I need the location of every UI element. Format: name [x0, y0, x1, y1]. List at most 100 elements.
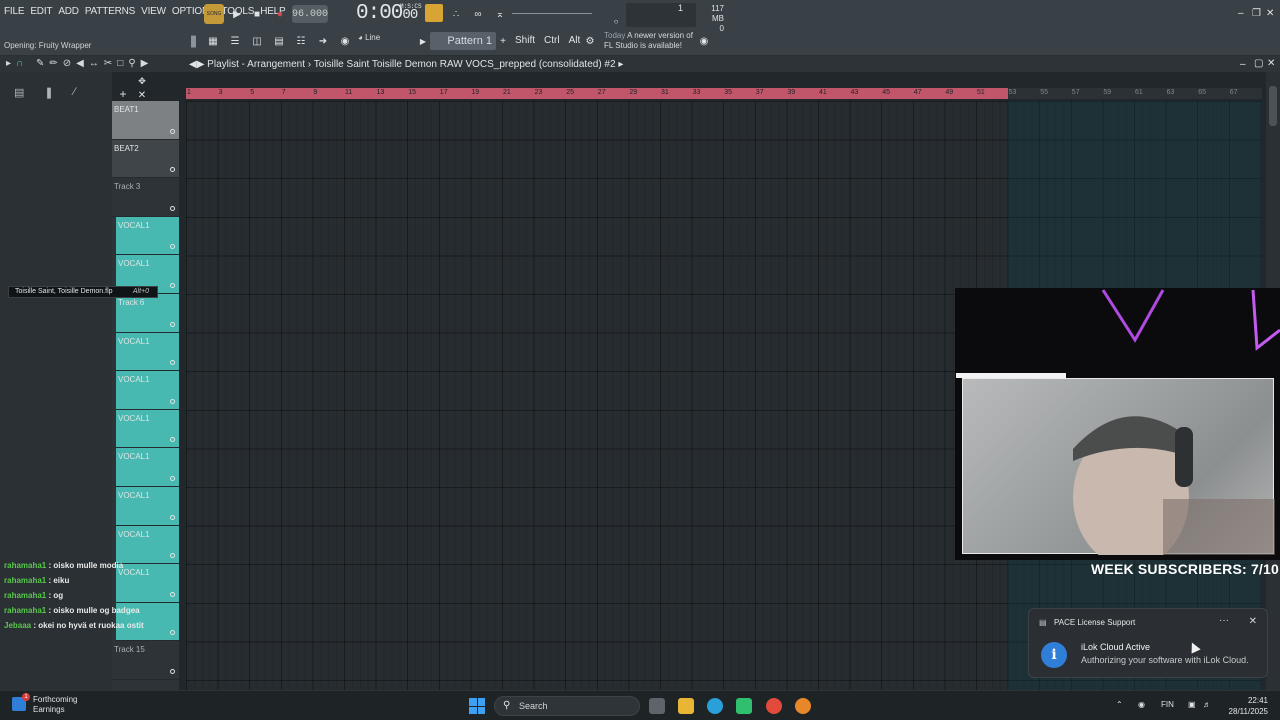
track-mute-indicator[interactable] — [170, 244, 175, 250]
menu-patterns[interactable]: PATTERNS — [85, 6, 135, 17]
track-mute-indicator[interactable] — [170, 128, 175, 134]
track-mute-indicator[interactable] — [170, 167, 175, 173]
tempo-display[interactable]: 96.000 — [292, 5, 328, 23]
channel-rack-icon[interactable]: ▦ — [204, 32, 222, 50]
chrome-icon[interactable] — [766, 698, 782, 714]
mixer-icon[interactable]: ☷ — [292, 32, 310, 50]
volume-tray-icon[interactable]: ♬ — [1203, 700, 1211, 709]
toast-close-icon[interactable]: ✕ — [1249, 616, 1257, 627]
track-mute-indicator[interactable] — [170, 321, 175, 327]
microphone-icon[interactable]: ◉ — [336, 32, 354, 50]
track-mute-indicator[interactable] — [170, 630, 175, 636]
draw-icon[interactable]: ✎ — [36, 58, 44, 69]
news-widget[interactable]: 1 Forthcoming Earnings — [12, 693, 77, 715]
paint-icon[interactable]: ✏ — [49, 58, 57, 69]
close-icon[interactable]: ✕ — [1266, 8, 1274, 19]
track-header[interactable]: VOCAL1 — [116, 409, 179, 449]
pattern-selector[interactable]: Pattern 1 — [430, 32, 496, 50]
playlist-close-icon[interactable]: ✕ — [1267, 58, 1275, 69]
magnet-icon[interactable]: ∩ — [16, 58, 23, 69]
tray-chevron-icon[interactable]: ⌃ — [1116, 700, 1123, 709]
picker-auto-icon[interactable]: ∕ — [74, 86, 76, 99]
time-display[interactable]: 0:0000 M:S:CS — [356, 2, 422, 25]
snap-line-select[interactable]: ◕ Line — [358, 33, 380, 42]
news-panel[interactable]: Today A newer version of FL Studio is av… — [604, 31, 693, 51]
playback-icon[interactable]: ▶ — [141, 58, 149, 69]
track-mute-indicator[interactable] — [170, 282, 175, 288]
record-icon[interactable]: ● — [271, 5, 289, 23]
globe-icon[interactable]: ◉ — [695, 32, 713, 50]
news-icon[interactable]: ⚙ — [581, 32, 599, 50]
track-header[interactable]: VOCAL1 — [116, 332, 179, 372]
file-explorer-icon[interactable] — [678, 698, 694, 714]
shift-key[interactable]: Shift — [515, 35, 535, 46]
stop-icon[interactable]: ■ — [248, 5, 266, 23]
wait-input-icon[interactable]: ⌅ — [491, 5, 509, 23]
store-icon[interactable] — [736, 698, 752, 714]
track-mute-indicator[interactable] — [170, 475, 175, 481]
taskbar-search[interactable]: ⚲ Search — [494, 696, 640, 716]
arrow-right-icon[interactable]: ➜ — [314, 32, 332, 50]
minimize-icon[interactable]: – — [1238, 8, 1244, 19]
dropdown-arrow-icon[interactable]: ▸ — [618, 59, 623, 70]
playlist-icon[interactable]: ☰ — [226, 32, 244, 50]
metronome-icon[interactable]: ∴ — [447, 5, 465, 23]
menu-edit[interactable]: EDIT — [30, 6, 52, 17]
master-pitch-slider[interactable] — [512, 13, 592, 14]
taskbar-clock[interactable]: 22:41 28/11/2025 — [1226, 695, 1268, 717]
mute-icon[interactable]: ◀ — [76, 58, 84, 69]
zoom-icon[interactable]: ⚲ — [128, 58, 135, 69]
song-mode-button[interactable]: SONG — [204, 4, 224, 24]
track-mute-indicator[interactable] — [170, 360, 175, 366]
menu-view[interactable]: VIEW — [141, 6, 166, 17]
slice-icon[interactable]: ✂ — [104, 58, 112, 69]
piano-roll-icon[interactable]: ◫ — [248, 32, 266, 50]
slip-icon[interactable]: ↔ — [89, 58, 99, 69]
notification-toast[interactable]: ▤ PACE License Support ··· ✕ i iLok Clou… — [1028, 608, 1268, 678]
alt-key[interactable]: Alt — [569, 35, 581, 46]
track-mute-indicator[interactable] — [170, 668, 175, 674]
fl-studio-icon[interactable] — [795, 698, 811, 714]
track-mute-indicator[interactable] — [170, 591, 175, 597]
browser-icon[interactable]: ▤ — [270, 32, 288, 50]
track-header[interactable]: Track 6 — [116, 294, 179, 333]
track-header[interactable]: VOCAL1 — [116, 487, 179, 526]
toast-more-icon[interactable]: ··· — [1219, 615, 1229, 626]
add-pattern-icon[interactable]: + — [494, 32, 512, 50]
track-mute-indicator[interactable] — [170, 398, 175, 404]
delete-icon[interactable]: ⊘ — [63, 58, 71, 69]
typing-keyboard-icon[interactable] — [425, 4, 443, 22]
track-mute-indicator[interactable] — [170, 553, 175, 559]
track-mute-indicator[interactable] — [170, 437, 175, 443]
pin-icon[interactable]: ▋ — [186, 33, 204, 51]
ctrl-key[interactable]: Ctrl — [544, 35, 560, 46]
display-tray-icon[interactable]: ▣ — [1188, 700, 1196, 709]
timeline-ruler[interactable]: 1 3 5 7 9 11 13 15 17 19 21 23 25 27 29 31 33 35 37 39 41 43 4… — [186, 88, 1262, 99]
mic-tray-icon[interactable]: ◉ — [1138, 700, 1145, 709]
play-icon[interactable]: ▶ — [228, 5, 246, 23]
playlist-maximize-icon[interactable]: ▢ — [1254, 58, 1263, 69]
edge-icon[interactable] — [707, 698, 723, 714]
playlist-minimize-icon[interactable]: – — [1240, 59, 1246, 70]
restore-icon[interactable]: ❐ — [1252, 8, 1261, 19]
track-mute-indicator[interactable] — [170, 514, 175, 520]
track-header[interactable]: VOCAL1 — [116, 216, 179, 256]
track-header[interactable]: BEAT2 — [112, 139, 179, 179]
track-header[interactable]: VOCAL1 — [116, 371, 179, 410]
loop-record-icon[interactable]: ∞ — [469, 5, 487, 23]
track-header[interactable]: VOCAL1 — [116, 448, 179, 487]
scroll-thumb[interactable] — [1269, 86, 1277, 126]
track-mute-indicator[interactable] — [170, 205, 175, 211]
menu-file[interactable]: FILE — [4, 6, 25, 17]
options-arrow-icon[interactable]: ▸ — [6, 58, 11, 69]
task-view-icon[interactable] — [649, 698, 665, 714]
track-header[interactable]: BEAT1 — [112, 101, 179, 140]
slider-knob-icon[interactable]: ○ — [607, 12, 625, 30]
track-header[interactable]: Track 15 — [112, 641, 179, 680]
move-icon[interactable]: ✥ — [133, 72, 151, 90]
menu-add[interactable]: ADD — [58, 6, 79, 17]
picker-pattern-icon[interactable]: ▤ — [14, 86, 24, 99]
language-indicator[interactable]: FIN — [1161, 700, 1174, 709]
start-button[interactable] — [469, 698, 485, 714]
picker-audio-icon[interactable]: ❚ — [44, 86, 53, 99]
